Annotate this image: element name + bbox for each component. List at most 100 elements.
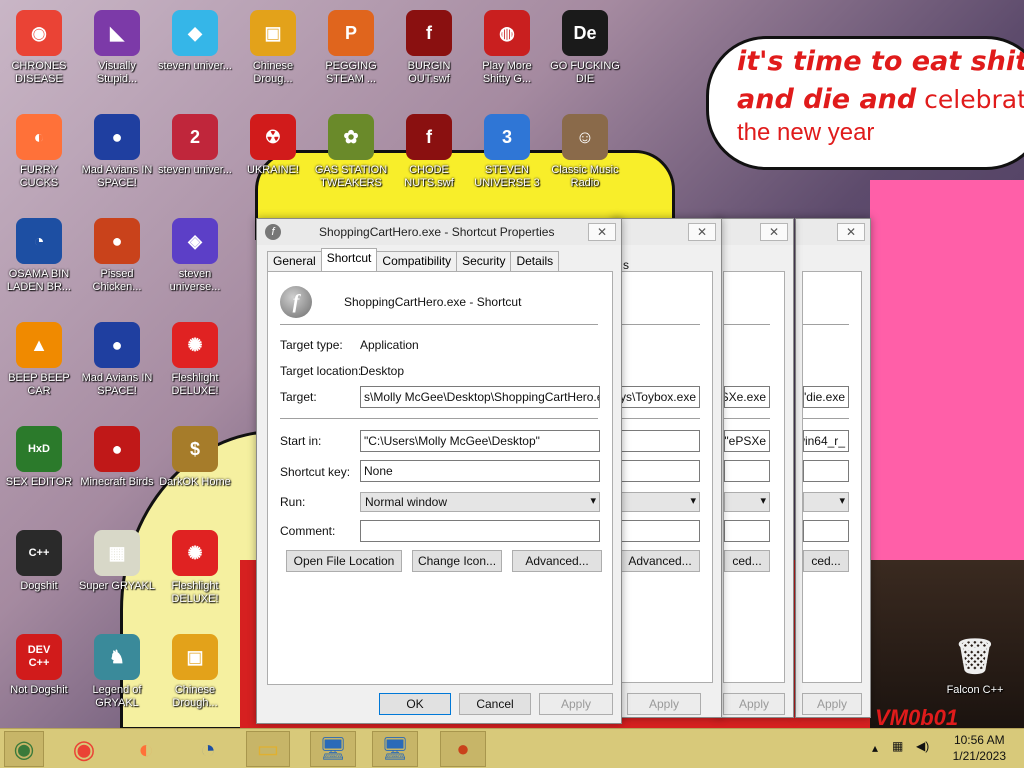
desktop-icon[interactable]: f CHODE NUTS.swf bbox=[390, 114, 468, 190]
tab-compatibility[interactable]: Compatibility bbox=[376, 251, 458, 271]
comment-field[interactable] bbox=[620, 520, 700, 542]
desktop-icon[interactable]: ● Minecraft Birds bbox=[78, 426, 156, 489]
desktop-icon[interactable]: DEV C++ Not Dogshit bbox=[0, 634, 78, 697]
close-button[interactable]: ✕ bbox=[588, 223, 616, 241]
clock-time: 10:56 AM bbox=[953, 733, 1005, 747]
desktop-icon[interactable]: $ DarkOK Home bbox=[156, 426, 234, 489]
volume-icon[interactable]: ◀) bbox=[916, 739, 929, 753]
shortcut-key-field[interactable] bbox=[724, 460, 770, 482]
chevron-down-icon: ▾ bbox=[760, 495, 766, 507]
start-in-field[interactable] bbox=[620, 430, 700, 452]
desktop-icon[interactable]: ● Pissed Chicken... bbox=[78, 218, 156, 294]
desktop-icon[interactable]: ✺ Fleshlight DELUXE! bbox=[156, 322, 234, 398]
tab-shortcut[interactable]: Shortcut bbox=[320, 248, 378, 271]
open-file-location-button[interactable]: Open File Location bbox=[286, 550, 402, 572]
desktop-icon[interactable]: ◆ steven univer... bbox=[156, 10, 234, 73]
taskbar-obama[interactable]: ◔ bbox=[188, 731, 228, 767]
chevron-down-icon: ▾ bbox=[839, 495, 845, 507]
close-icon[interactable]: ✕ bbox=[760, 223, 788, 241]
close-icon: ✕ bbox=[596, 225, 608, 239]
target-field[interactable]: SXe.exe" bbox=[724, 386, 770, 408]
desktop-icon[interactable]: 2 steven univer... bbox=[156, 114, 234, 177]
target-field[interactable]: die.exe" bbox=[803, 386, 849, 408]
apply-button[interactable]: Apply bbox=[539, 693, 613, 715]
desktop-icon[interactable]: 3 STEVEN UNIVERSE 3 bbox=[468, 114, 546, 190]
ok-button[interactable]: OK bbox=[379, 693, 451, 715]
dialog-titlebar[interactable]: f ShoppingCartHero.exe - Shortcut Proper… bbox=[257, 219, 621, 245]
target-field[interactable]: s\Molly McGee\Desktop\ShoppingCartHero.e… bbox=[360, 386, 600, 408]
desktop-icon[interactable]: ♞ Legend of GRYAKL bbox=[78, 634, 156, 710]
tab-details[interactable]: Details bbox=[510, 251, 560, 271]
start-in-field[interactable]: _win64_r bbox=[803, 430, 849, 452]
run-select[interactable]: ▾ bbox=[803, 492, 849, 512]
apply-button[interactable]: Apply bbox=[802, 693, 862, 715]
advanced-button[interactable]: ced... bbox=[803, 550, 849, 572]
apply-button[interactable]: Apply bbox=[627, 693, 701, 715]
desktop-icon[interactable]: ◔ OSAMA BIN LADEN BR... bbox=[0, 218, 78, 294]
apply-button[interactable]: Apply bbox=[723, 693, 785, 715]
taskbar-chrome-pinned[interactable]: ◉ bbox=[4, 731, 44, 767]
desktop-icon[interactable]: ▣ Chinese Droug... bbox=[234, 10, 312, 86]
tray-chevron-up-icon[interactable]: ▴ bbox=[872, 741, 878, 755]
desktop-icon[interactable]: ● Mad Avians IN SPACE! bbox=[78, 322, 156, 398]
taskbar-properties-window-1[interactable]: 🖥 bbox=[310, 731, 356, 767]
taskbar-properties-window-2[interactable]: 🖥 bbox=[372, 731, 418, 767]
taskbar-angry-birds[interactable]: ● bbox=[440, 731, 486, 767]
desktop-icon[interactable]: HxD SEX EDITOR bbox=[0, 426, 78, 489]
back-dialog-1[interactable]: ✕ s ys\Toybox.exe" ▾ Advanced... Apply bbox=[612, 218, 722, 718]
taskbar-chrome[interactable]: ◉ bbox=[64, 731, 104, 767]
network-icon[interactable]: ▦ bbox=[892, 739, 903, 753]
desktop-icon[interactable]: ◉ CHRONES DISEASE bbox=[0, 10, 78, 86]
desktop-icon[interactable]: ✿ GAS STATION TWEAKERS bbox=[312, 114, 390, 190]
steven-universe-2-icon: 2 bbox=[172, 114, 218, 160]
desktop-icon[interactable]: ◣ Visually Stupid... bbox=[78, 10, 156, 86]
speech-bubble: it's time to eat shit and die and celebr… bbox=[706, 36, 1024, 170]
cancel-button[interactable]: Cancel bbox=[459, 693, 531, 715]
desktop-icon-falcon-cpp[interactable]: 🗑 Falcon C++ bbox=[936, 634, 1014, 697]
shortcut-key-field[interactable]: None bbox=[360, 460, 600, 482]
gem-icon: ◆ bbox=[172, 10, 218, 56]
desktop-icon[interactable]: f BURGIN OUT.swf bbox=[390, 10, 468, 86]
run-select[interactable]: Normal window ▾ bbox=[360, 492, 600, 512]
desktop-icon[interactable]: ✺ Fleshlight DELUXE! bbox=[156, 530, 234, 606]
tab-strip: General Shortcut Compatibility Security … bbox=[267, 248, 560, 271]
desktop-icon[interactable]: ◍ Play More Shitty G... bbox=[468, 10, 546, 86]
tab-fragment: s bbox=[623, 258, 629, 272]
comment-field[interactable] bbox=[803, 520, 849, 542]
desktop-icon[interactable]: ▣ Chinese Drough... bbox=[156, 634, 234, 710]
desktop-icon[interactable]: ◐ FURRY CUCKS bbox=[0, 114, 78, 190]
desktop-icon[interactable]: P PEGGING STEAM ... bbox=[312, 10, 390, 86]
tab-general[interactable]: General bbox=[267, 251, 322, 271]
desktop-icon[interactable]: ◈ steven universe... bbox=[156, 218, 234, 294]
close-icon[interactable]: ✕ bbox=[688, 223, 716, 241]
desktop-icon[interactable]: ☺ Classic Music Radio bbox=[546, 114, 624, 190]
close-icon[interactable]: ✕ bbox=[837, 223, 865, 241]
back-dialog-2[interactable]: ✕ SXe.exe" ePSXe" ▾ ced... Apply bbox=[716, 218, 794, 718]
desktop-icon[interactable]: De GO FUCKING DIE bbox=[546, 10, 624, 86]
advanced-button[interactable]: Advanced... bbox=[512, 550, 602, 572]
advanced-button[interactable]: ced... bbox=[724, 550, 770, 572]
comment-field[interactable] bbox=[724, 520, 770, 542]
desktop-icon[interactable]: ● Mad Avians IN SPACE! bbox=[78, 114, 156, 190]
desktop-icon[interactable]: ☢ UKRAINE! bbox=[234, 114, 312, 177]
advanced-button[interactable]: Advanced... bbox=[620, 550, 700, 572]
back-dialog-3[interactable]: ✕ die.exe" _win64_r ▾ ced... Apply bbox=[795, 218, 871, 718]
clock[interactable]: 10:56 AM 1/21/2023 bbox=[953, 732, 1006, 764]
comment-field[interactable] bbox=[360, 520, 600, 542]
run-select[interactable]: ▾ bbox=[620, 492, 700, 512]
start-in-field[interactable]: "C:\Users\Molly McGee\Desktop" bbox=[360, 430, 600, 452]
taskbar-file-explorer[interactable]: ▭ bbox=[246, 731, 290, 767]
target-field[interactable]: ys\Toybox.exe" bbox=[620, 386, 700, 408]
shortcut-properties-dialog[interactable]: f ShoppingCartHero.exe - Shortcut Proper… bbox=[256, 218, 622, 724]
start-in-field[interactable]: ePSXe" bbox=[724, 430, 770, 452]
desktop-icon[interactable]: C++ Dogshit bbox=[0, 530, 78, 593]
run-select[interactable]: ▾ bbox=[724, 492, 770, 512]
taskbar-firefox[interactable]: ◐ bbox=[126, 731, 166, 767]
shortcut-key-field[interactable] bbox=[803, 460, 849, 482]
desktop-icon[interactable]: ▦ Super GRYAKL bbox=[78, 530, 156, 593]
visual-studio-icon: ◣ bbox=[94, 10, 140, 56]
shortcut-key-field[interactable] bbox=[620, 460, 700, 482]
desktop-icon[interactable]: ▲ BEEP BEEP CAR bbox=[0, 322, 78, 398]
tab-security[interactable]: Security bbox=[456, 251, 512, 271]
change-icon-button[interactable]: Change Icon... bbox=[412, 550, 502, 572]
